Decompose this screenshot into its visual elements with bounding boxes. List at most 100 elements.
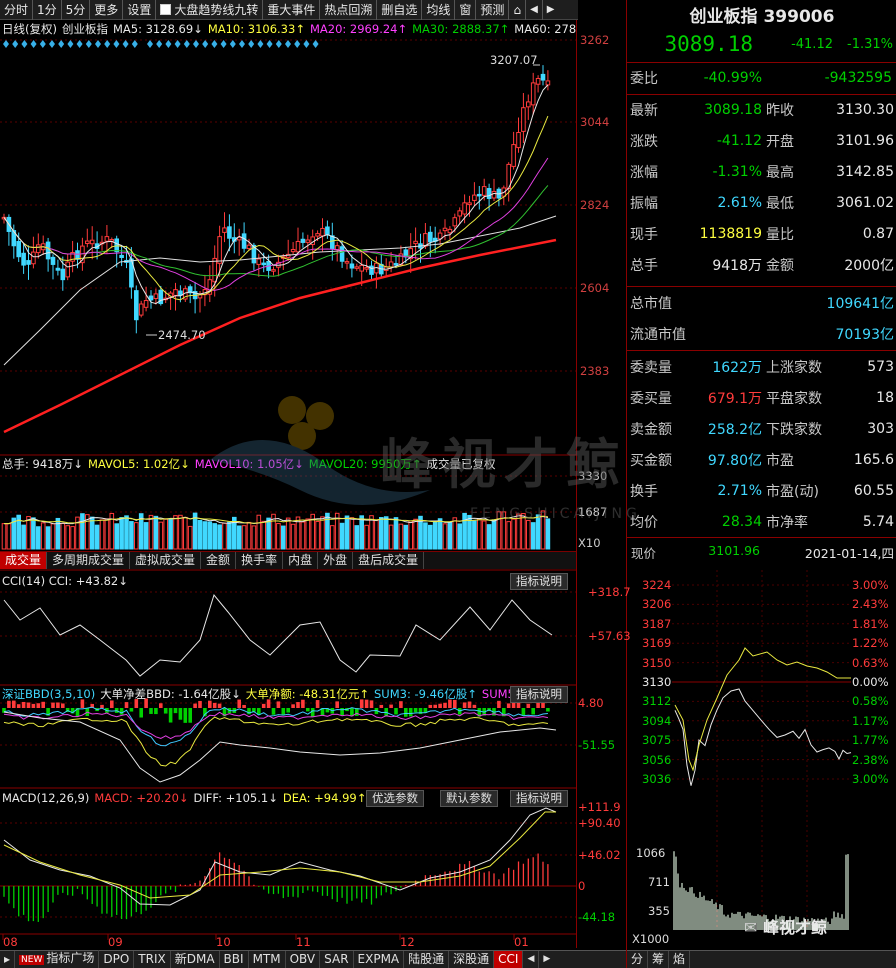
rows1-row: 振幅 2.61% 最低 3061.02 <box>628 188 896 219</box>
volume-bar <box>530 522 536 550</box>
candle-body <box>339 246 345 262</box>
tab-virtual[interactable]: 虚拟成交量 <box>130 552 202 569</box>
tab-chips[interactable]: 筹 <box>648 951 670 968</box>
price-ytick: 3262 <box>580 33 610 47</box>
candle-body <box>349 263 355 269</box>
bbd-amount: 大单净额: -48.31亿元↑ <box>245 687 369 701</box>
candle-body <box>153 293 159 299</box>
event-markers[interactable] <box>3 40 319 48</box>
bbd-help-button[interactable]: 指标说明 <box>510 686 568 703</box>
bbd-bar <box>193 703 197 708</box>
candle-body <box>119 254 124 259</box>
scroll-left-icon[interactable]: ◀ <box>523 951 540 968</box>
tab-expma[interactable]: EXPMA <box>354 951 405 968</box>
event-marker-icon <box>165 40 172 48</box>
default-params-button[interactable]: 默认参数 <box>440 790 498 807</box>
tab-flame[interactable]: 焰 <box>669 951 691 968</box>
macd-ytick: +46.02 <box>578 848 621 862</box>
weibi-pct: -40.99% <box>703 70 762 87</box>
tab-cci[interactable]: CCI <box>494 951 524 968</box>
candle-body <box>222 227 227 233</box>
tab-turnover[interactable]: 换手率 <box>236 552 284 569</box>
bbd-bar <box>149 708 153 714</box>
volume-bar <box>36 526 41 550</box>
tab-hk-shanghai[interactable]: 陆股通 <box>404 951 450 968</box>
price-header: 3089.18 -41.12 -1.31% <box>628 30 896 58</box>
volume-bar <box>315 520 320 550</box>
rows2-label: 委卖量 <box>630 360 672 377</box>
volume-bar <box>428 524 433 550</box>
tab-bbi[interactable]: BBI <box>220 951 249 968</box>
menu-icon[interactable]: ▸ <box>0 951 16 968</box>
intraday-pct-tick: 0.58% <box>852 694 889 709</box>
tab-dpo[interactable]: DPO <box>99 951 135 968</box>
tab-volume[interactable]: 成交量 <box>0 552 48 569</box>
volume-bar <box>457 523 462 550</box>
bbd-bar <box>154 708 158 715</box>
tab-multi-period[interactable]: 多周期成交量 <box>47 552 131 569</box>
event-marker-icon <box>229 40 236 48</box>
tab-indicator-square[interactable]: NEW 指标广场 <box>15 950 100 968</box>
bbd-ytick: 4.80 <box>578 696 604 710</box>
now-value: 3101.96 <box>708 543 760 558</box>
tab-after-hours[interactable]: 盘后成交量 <box>353 552 425 569</box>
bbd-bar <box>433 704 437 708</box>
volume-bar <box>80 513 85 550</box>
candle-body <box>36 244 41 254</box>
ivol-unit: X1000 <box>632 932 670 946</box>
volume-bar <box>70 526 75 550</box>
candle-body <box>330 235 335 250</box>
tab-trix[interactable]: TRIX <box>134 951 171 968</box>
volume-bar <box>266 517 271 550</box>
tab-outer[interactable]: 外盘 <box>318 552 354 569</box>
right-bottom-tabs: 分 筹 焰 <box>627 950 896 968</box>
rows2-value: 1622万 <box>712 360 762 377</box>
tab-new-dma[interactable]: 新DMA <box>171 951 220 968</box>
bbd-bar <box>399 701 403 708</box>
volume-bar <box>432 520 438 550</box>
bbd-bar <box>261 703 266 708</box>
volume-bar <box>26 516 31 550</box>
tab-inner[interactable]: 内盘 <box>283 552 319 569</box>
candle-body <box>540 73 546 81</box>
bbd-bar <box>546 708 550 712</box>
volume-bar <box>251 525 257 550</box>
bbd-bar <box>408 708 413 717</box>
x-label: 09 <box>108 935 123 949</box>
macd-help-button[interactable]: 指标说明 <box>510 790 568 807</box>
volume-bar <box>486 524 492 550</box>
optimize-params-button[interactable]: 优选参数 <box>366 790 424 807</box>
intraday-pct-tick: 1.17% <box>852 713 889 728</box>
bbd-bar <box>217 703 222 708</box>
candle-body <box>325 226 330 236</box>
volume-bar <box>168 518 173 550</box>
rows2-value: 97.80亿 <box>707 453 762 470</box>
intraday-price-tick: 3056 <box>642 752 672 767</box>
volume-bar <box>134 522 139 550</box>
candle-body <box>545 80 551 86</box>
bbd-bar <box>413 708 418 713</box>
price-change: -41.12 <box>791 36 833 52</box>
rows2-label2: 市净率 <box>766 515 808 532</box>
macd-name: MACD(12,26,9) <box>2 791 90 805</box>
tab-label: 指标广场 <box>46 951 95 965</box>
event-marker-icon <box>12 40 19 48</box>
rows2-label2: 市盈(动) <box>766 484 819 501</box>
tab-hk-shenzhen[interactable]: 深股通 <box>449 951 495 968</box>
bbd-bar <box>291 704 295 708</box>
tab-mtm[interactable]: MTM <box>249 951 286 968</box>
volume-bar <box>217 524 222 550</box>
scroll-right-icon[interactable]: ▶ <box>539 951 554 968</box>
tab-amount[interactable]: 金额 <box>201 552 237 569</box>
cci-help-button[interactable]: 指标说明 <box>510 573 568 590</box>
volume-bars <box>1 510 551 550</box>
candle-body <box>134 290 139 321</box>
candle-body <box>55 267 61 271</box>
candle-body <box>388 261 394 268</box>
tab-sar[interactable]: SAR <box>320 951 354 968</box>
tab-intraday[interactable]: 分 <box>627 951 649 968</box>
tab-obv[interactable]: OBV <box>286 951 321 968</box>
candle-body <box>89 239 95 245</box>
bbd-bar <box>173 708 178 714</box>
candle-body <box>295 240 301 253</box>
